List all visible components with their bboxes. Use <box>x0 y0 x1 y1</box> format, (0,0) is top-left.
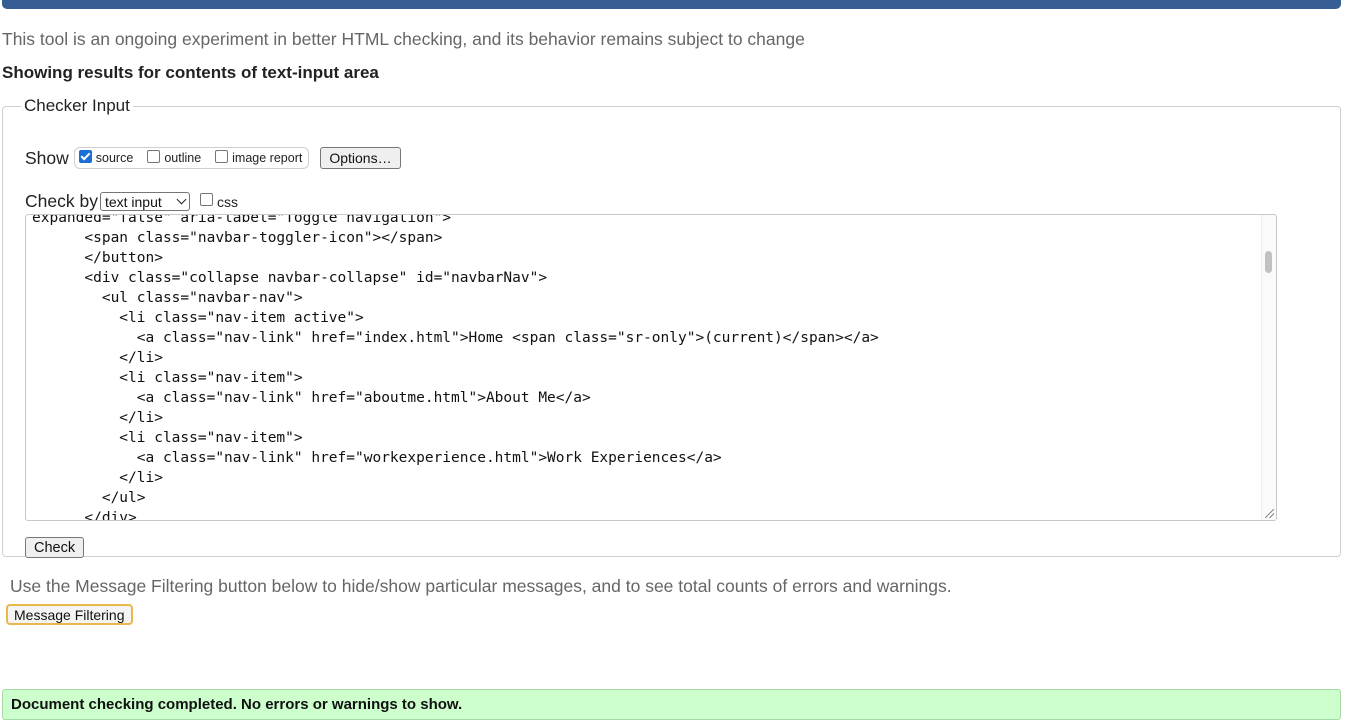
code-line: <li class="nav-item"> <box>32 370 303 386</box>
source-checkbox[interactable] <box>78 149 92 163</box>
intro-text: This tool is an ongoing experiment in be… <box>2 29 805 49</box>
checker-input-fieldset: Checker Input Show source outline image … <box>2 96 1341 558</box>
show-source-option[interactable]: source <box>78 149 134 165</box>
show-outline-option[interactable]: outline <box>147 149 202 165</box>
chevron-down-icon <box>176 194 187 205</box>
checker-input-legend: Checker Input <box>24 96 130 115</box>
check-by-label: Check by <box>25 191 98 211</box>
css-label: css <box>216 193 238 210</box>
source-label: source <box>95 151 134 165</box>
code-line: expanded="false" aria-label="Toggle navi… <box>32 214 452 226</box>
code-line: <ul class="navbar-nav"> <box>32 290 303 306</box>
resize-grip-icon[interactable] <box>1265 509 1274 518</box>
code-line: </li> <box>32 470 163 486</box>
source-code: expanded="false" aria-label="Toggle navi… <box>32 214 879 521</box>
source-textarea[interactable]: expanded="false" aria-label="Toggle navi… <box>25 214 1277 521</box>
outline-label: outline <box>164 151 202 165</box>
check-by-row: Check by text input css <box>25 191 238 212</box>
code-line: <li class="nav-item"> <box>32 430 303 446</box>
status-success-message: Document checking completed. No errors o… <box>2 689 1341 720</box>
code-line: <a class="nav-link" href="workexperience… <box>32 450 722 466</box>
image-report-checkbox[interactable] <box>215 149 229 163</box>
show-image-report-option[interactable]: image report <box>215 149 303 165</box>
header-bar <box>2 0 1341 9</box>
results-heading: Showing results for contents of text-inp… <box>2 63 379 82</box>
check-by-select[interactable]: text input <box>99 192 190 211</box>
image-report-label: image report <box>232 151 303 165</box>
css-option[interactable]: css <box>199 193 238 210</box>
code-line: <span class="navbar-toggler-icon"></span… <box>32 230 443 246</box>
check-by-value: text input <box>104 193 162 210</box>
code-line: </ul> <box>32 490 146 506</box>
show-options-row: Show source outline image report Options… <box>25 144 401 172</box>
message-filtering-note: Use the Message Filtering button below t… <box>10 576 952 596</box>
code-line: </li> <box>32 410 163 426</box>
code-line: <li class="nav-item active"> <box>32 310 364 326</box>
code-line: </div> <box>32 510 137 521</box>
code-line: <a class="nav-link" href="aboutme.html">… <box>32 390 591 406</box>
css-checkbox[interactable] <box>199 193 213 206</box>
code-line: </li> <box>32 350 163 366</box>
check-button[interactable]: Check <box>25 537 85 558</box>
show-label: Show <box>25 147 69 168</box>
show-options-group: source outline image report <box>73 147 310 169</box>
options-button[interactable]: Options… <box>320 147 401 169</box>
outline-checkbox[interactable] <box>147 149 161 163</box>
textarea-scrollbar[interactable] <box>1261 215 1276 520</box>
scrollbar-thumb[interactable] <box>1265 251 1272 273</box>
code-line: <div class="collapse navbar-collapse" id… <box>32 270 548 286</box>
code-line: </button> <box>32 250 163 266</box>
code-line: <a class="nav-link" href="index.html">Ho… <box>32 330 879 346</box>
message-filtering-button[interactable]: Message Filtering <box>6 604 133 625</box>
